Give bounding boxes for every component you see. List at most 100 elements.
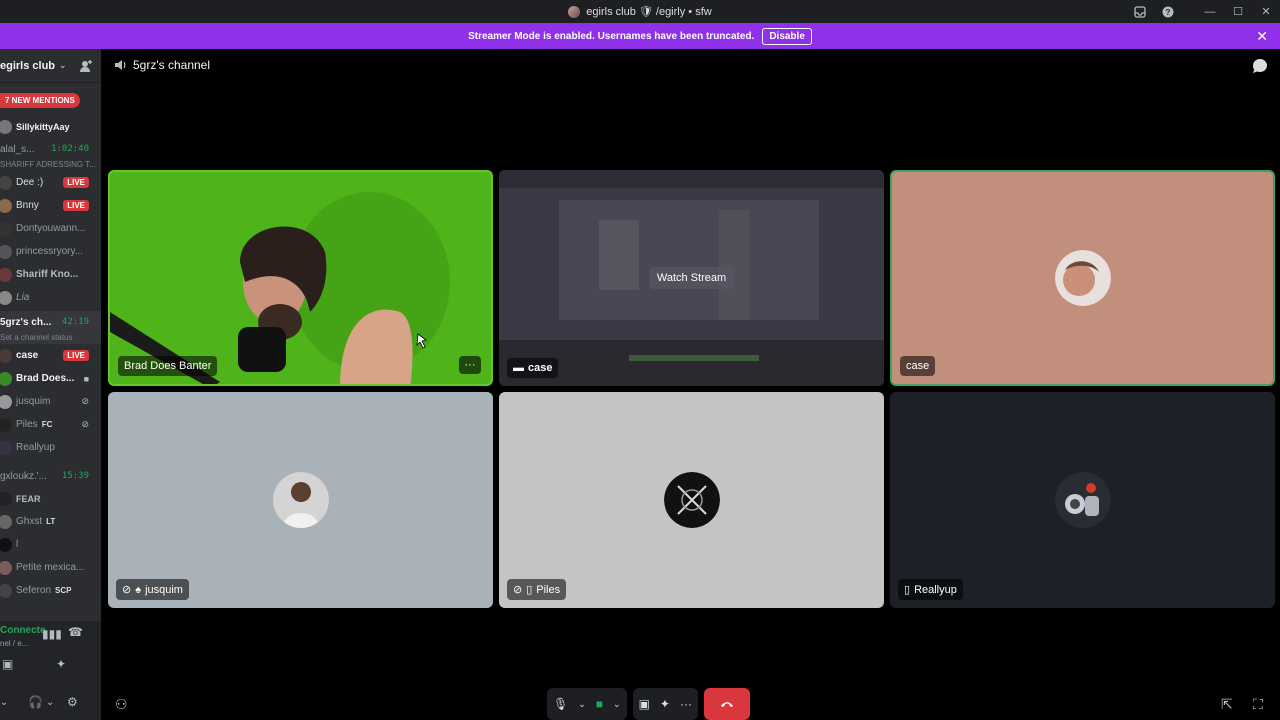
avatar [0, 371, 12, 386]
voice-user-row[interactable]: l [0, 533, 101, 556]
voice-user-row[interactable]: Dee :) LIVE [0, 171, 101, 194]
user-name: jusquim [16, 396, 51, 407]
close-icon[interactable]: ✕ [1256, 28, 1268, 45]
inbox-icon[interactable] [1126, 0, 1154, 23]
window-title: egirls club 🛡 /egirly • sfw [568, 5, 712, 18]
channel-header: 5grz's channel [113, 58, 210, 72]
user-name: Bnny [16, 200, 39, 211]
avatar [663, 472, 720, 528]
settings-gear-icon[interactable]: ⚙ [67, 695, 78, 709]
voice-user-row[interactable]: Shariff Kno... [0, 263, 101, 286]
chat-icon[interactable] [1252, 58, 1268, 74]
new-mentions-badge[interactable]: 7 NEW MENTIONS [0, 93, 80, 108]
watch-stream-button[interactable]: Watch Stream [648, 267, 735, 289]
voice-user-row[interactable]: Piles FC ⊘ [0, 413, 101, 436]
avatar [0, 119, 12, 134]
disconnect-button[interactable] [703, 688, 750, 720]
voice-user-row[interactable]: FEAR [0, 487, 101, 510]
voice-status: Connecte [0, 625, 46, 636]
add-member-icon[interactable] [79, 59, 93, 73]
voice-user-row[interactable]: Ghxst LT [0, 510, 101, 533]
chevron-down-icon[interactable]: ⌄ [46, 697, 54, 708]
voice-user-row[interactable]: Seferon SCP [0, 579, 101, 602]
voice-user-row[interactable]: Dontyouwann... [0, 217, 101, 240]
user-name: Lia [16, 292, 30, 303]
avatar [0, 348, 12, 363]
minimize-icon[interactable]: — [1196, 0, 1224, 23]
channel-status[interactable]: Set a channel status [0, 333, 101, 344]
activities-icon[interactable]: ✦ [56, 657, 66, 671]
screen-share-icon[interactable]: ▣ [2, 657, 13, 671]
user-name: Seferon [16, 585, 52, 596]
stream-tile-case[interactable]: Watch Stream ▬ case [499, 170, 884, 386]
voice-channel-5grz[interactable]: 5grz's ch... 42:19 Set a channel status [0, 311, 101, 344]
mobile-icon: ▯ [526, 584, 533, 596]
disconnect-icon[interactable]: ☎ [68, 625, 83, 639]
activities-icon[interactable]: ✦ [660, 697, 670, 711]
avatar-tile-reallyup[interactable]: ▯ Reallyup [890, 392, 1275, 608]
voice-user-row[interactable]: Bnny LIVE [0, 194, 101, 217]
muted-mic-icon: ⊘ [81, 396, 89, 406]
avatar-tile-jusquim[interactable]: ⊘ ♠ jusquim [108, 392, 493, 608]
avatar [0, 267, 12, 282]
avatar [1054, 472, 1111, 528]
voice-user-row[interactable]: Reallyup [0, 436, 101, 459]
close-window-icon[interactable]: ✕ [1252, 0, 1280, 23]
voice-user-row[interactable]: jusquim ⊘ [0, 390, 101, 413]
fullscreen-icon[interactable]: ⛶ [1253, 696, 1263, 713]
invite-icon[interactable]: ⚇ [115, 696, 128, 713]
user-name: Brad Does... [16, 373, 75, 384]
avatar [0, 560, 12, 575]
noise-suppression-icon[interactable]: ▮▮▮ [42, 627, 62, 641]
voice-channel-alal[interactable]: alal_s... 1:02:40 [0, 138, 101, 160]
microphone-icon[interactable]: 🎙 [553, 697, 568, 711]
more-options-icon[interactable]: ··· [680, 697, 692, 711]
user-name: Dontyouwann... [16, 223, 86, 234]
voice-user-row[interactable]: SillykittyAay [0, 115, 101, 138]
chevron-down-icon[interactable]: ⌄ [0, 697, 8, 708]
voice-user-row[interactable]: Lia [0, 286, 101, 309]
hang-up-icon [720, 702, 733, 707]
avatar [0, 417, 12, 432]
help-icon[interactable]: ? [1154, 0, 1182, 23]
voice-user-row[interactable]: case LIVE [0, 344, 101, 367]
avatar [0, 290, 12, 305]
channel-name: alal_s... [0, 143, 35, 155]
camera-icon[interactable]: ■ [596, 697, 603, 711]
maximize-icon[interactable]: ☐ [1224, 0, 1252, 23]
user-name: case [16, 350, 39, 361]
video-tile-brad[interactable]: Brad Does Banter ··· [108, 170, 493, 386]
webcam-video [110, 192, 450, 384]
headphones-icon[interactable]: 🎧 [28, 695, 43, 709]
avatar-tile-case[interactable]: case [890, 170, 1275, 386]
voice-user-row[interactable]: princessryory... [0, 240, 101, 263]
user-tag: SCP [55, 586, 72, 595]
voice-user-row[interactable]: Brad Does... ■ [0, 367, 101, 390]
muted-mic-icon: ⊘ [81, 419, 89, 429]
participant-name: case [528, 362, 553, 374]
channel-timer: 42:19 [61, 317, 89, 327]
server-header[interactable]: egirls club ⌄ [0, 49, 101, 83]
user-name: princessryory... [16, 246, 84, 257]
screen-share-icon[interactable]: ▣ [639, 697, 650, 711]
voice-user-row[interactable]: Petite mexica... [0, 556, 101, 579]
disable-streamer-mode-button[interactable]: Disable [762, 27, 812, 45]
avatar-tile-piles[interactable]: ⊘ ▯ Piles [499, 392, 884, 608]
voice-channel-gxloukz[interactable]: gxloukz.'... 15:39 [0, 465, 101, 487]
chevron-down-icon[interactable]: ⌄ [613, 699, 621, 710]
pop-out-icon[interactable]: ⇱ [1221, 696, 1233, 713]
server-icon [568, 5, 581, 18]
avatar [0, 583, 12, 598]
chevron-down-icon[interactable]: ⌄ [578, 699, 586, 710]
avatar [0, 394, 12, 409]
participant-label: Brad Does Banter [118, 356, 218, 376]
mic-camera-group: 🎙 ⌄ ■ ⌄ [547, 688, 627, 720]
muted-mic-icon: ⊘ [122, 584, 132, 596]
user-name: l [16, 539, 19, 550]
participant-label: ▬ case [507, 358, 559, 378]
playstation-icon: ♠ [135, 583, 142, 596]
user-name: Petite mexica... [16, 562, 85, 573]
participant-name: Brad Does Banter [124, 360, 212, 372]
avatar [0, 244, 12, 259]
more-options-icon[interactable]: ··· [459, 356, 481, 374]
